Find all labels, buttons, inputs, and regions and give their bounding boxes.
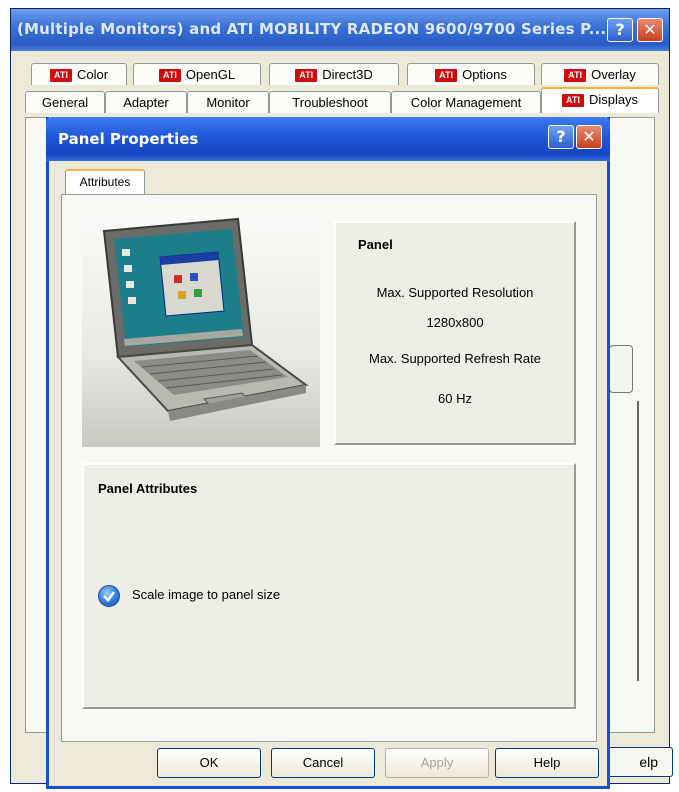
tab-adapter[interactable]: Adapter: [105, 91, 187, 113]
tab-label: Color: [76, 67, 109, 82]
panel-properties-dialog: Panel Properties ? ✕ Attributes Panel Ma…: [46, 117, 610, 789]
max-refresh-label: Max. Supported Refresh Rate: [369, 351, 541, 366]
tab-color-management[interactable]: Color Management: [391, 91, 541, 113]
attributes-tab-content: Panel Max. Supported Resolution 1280x800…: [61, 194, 597, 742]
ati-logo-icon: ATI: [435, 69, 458, 83]
cancel-button[interactable]: Cancel: [271, 748, 375, 778]
dialog-title: Panel Properties: [58, 130, 199, 148]
dialog-help-button[interactable]: ?: [548, 125, 574, 149]
tab-label: OpenGL: [185, 67, 236, 82]
ati-logo-icon: ATI: [49, 69, 72, 83]
dialog-close-button[interactable]: ✕: [576, 125, 602, 149]
ati-logo-icon: ATI: [158, 69, 181, 83]
help-button[interactable]: Help: [495, 748, 599, 778]
laptop-icon: [102, 217, 309, 421]
panel-attributes-title: Panel Attributes: [98, 481, 198, 496]
max-resolution-label: Max. Supported Resolution: [376, 285, 534, 300]
tab-general[interactable]: General: [25, 91, 105, 113]
outer-partial-button[interactable]: [609, 345, 633, 393]
tab-displays[interactable]: ATI Displays: [541, 87, 659, 113]
tab-monitor[interactable]: Monitor: [187, 91, 269, 113]
outer-help-button[interactable]: ?: [607, 18, 633, 42]
tab-options[interactable]: ATI Options: [407, 63, 535, 85]
outer-content-divider: [631, 401, 639, 681]
tab-label: Direct3D: [322, 67, 373, 82]
apply-button[interactable]: Apply: [385, 748, 489, 778]
tab-overlay[interactable]: ATI Overlay: [541, 63, 659, 85]
laptop-image: [82, 215, 320, 447]
tab-label: Options: [462, 67, 507, 82]
tab-label: Overlay: [591, 67, 636, 82]
outer-close-button[interactable]: ✕: [637, 18, 663, 42]
panel-group-title: Panel: [358, 237, 393, 252]
tab-attributes[interactable]: Attributes: [65, 169, 145, 195]
scale-image-checkbox[interactable]: [98, 585, 120, 607]
outer-window-title: (Multiple Monitors) and ATI MOBILITY RAD…: [17, 20, 607, 38]
tab-troubleshoot[interactable]: Troubleshoot: [269, 91, 391, 113]
max-resolution-value: 1280x800: [426, 315, 484, 330]
ati-logo-icon: ATI: [295, 69, 318, 83]
max-refresh-value: 60 Hz: [438, 391, 472, 406]
tab-color[interactable]: ATI Color: [31, 63, 127, 85]
tab-direct3d[interactable]: ATI Direct3D: [269, 63, 399, 85]
scale-image-label[interactable]: Scale image to panel size: [132, 587, 280, 602]
ok-button[interactable]: OK: [157, 748, 261, 778]
outer-title-bar[interactable]: (Multiple Monitors) and ATI MOBILITY RAD…: [11, 9, 669, 51]
tab-label: Displays: [588, 92, 639, 107]
dialog-title-bar[interactable]: Panel Properties ? ✕: [46, 117, 610, 161]
tab-opengl[interactable]: ATI OpenGL: [133, 63, 261, 85]
ati-logo-icon: ATI: [561, 94, 584, 108]
panel-attributes-group: Panel Attributes Scale image to panel si…: [82, 463, 576, 709]
panel-info-group: Panel Max. Supported Resolution 1280x800…: [334, 221, 576, 445]
ati-logo-icon: ATI: [564, 69, 587, 83]
outer-help-text-button[interactable]: elp: [601, 747, 673, 777]
checkmark-icon: [103, 591, 115, 602]
